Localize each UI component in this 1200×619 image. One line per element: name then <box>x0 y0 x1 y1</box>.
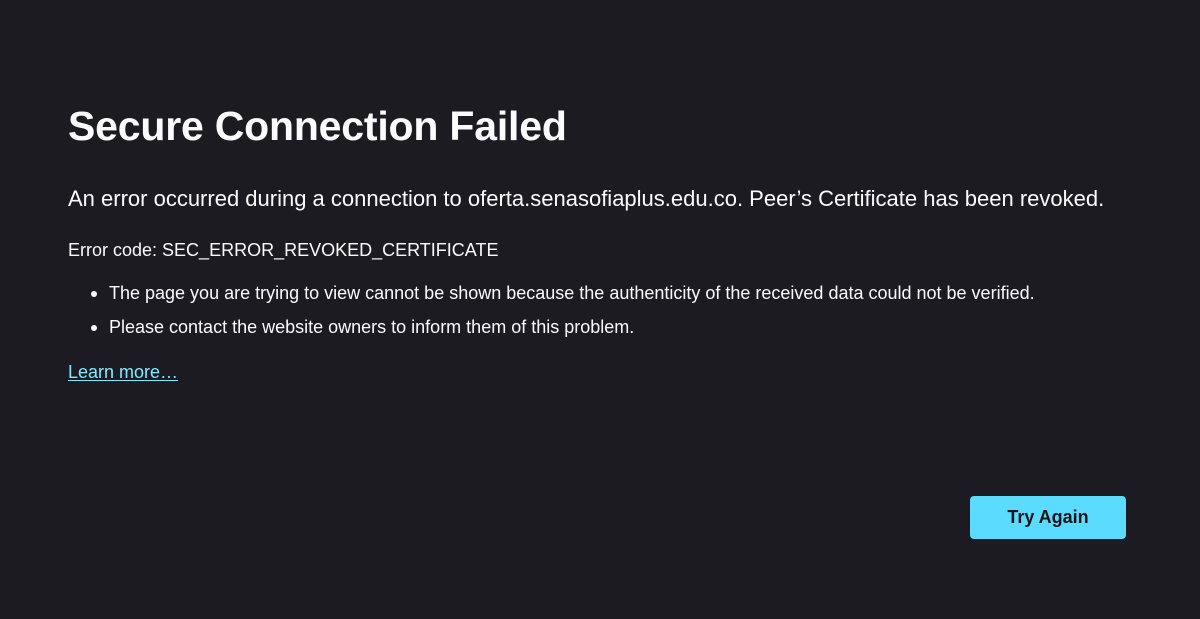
error-page-container: Secure Connection Failed An error occurr… <box>68 100 1128 384</box>
list-item-text: The page you are trying to view cannot b… <box>109 283 1035 303</box>
try-again-button[interactable]: Try Again <box>970 496 1126 539</box>
error-details-list: The page you are trying to view cannot b… <box>68 280 1128 340</box>
error-code-label: Error code: <box>68 240 158 260</box>
error-description: An error occurred during a connection to… <box>68 186 1105 211</box>
list-item: Please contact the website owners to inf… <box>91 314 1128 340</box>
button-row: Try Again <box>970 496 1126 539</box>
page-title: Secure Connection Failed <box>68 103 567 149</box>
bullet-icon <box>91 325 97 331</box>
learn-more-link[interactable]: Learn more… <box>68 360 178 384</box>
error-code: Error code: SEC_ERROR_REVOKED_CERTIFICATE <box>68 238 1128 262</box>
bullet-icon <box>91 291 97 297</box>
list-item-text: Please contact the website owners to inf… <box>109 317 635 337</box>
list-item: The page you are trying to view cannot b… <box>91 280 1128 306</box>
error-code-value: SEC_ERROR_REVOKED_CERTIFICATE <box>162 240 499 260</box>
